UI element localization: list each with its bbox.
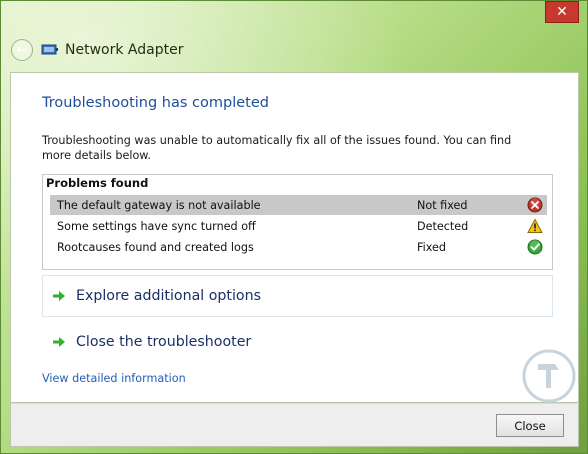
close-button[interactable]: Close: [496, 414, 564, 437]
back-arrow-icon: ←: [16, 42, 28, 58]
problem-status: Not fixed: [417, 198, 468, 212]
view-detailed-information-link[interactable]: View detailed information: [42, 372, 186, 385]
problem-name: The default gateway is not available: [57, 198, 261, 212]
problem-status: Fixed: [417, 240, 446, 254]
green-arrow-icon: [53, 337, 65, 347]
close-troubleshooter-label: Close the troubleshooter: [76, 334, 252, 350]
problems-header: Problems found: [46, 176, 149, 190]
problems-list: Problems found The default gateway is no…: [42, 174, 553, 270]
titlebar: ← Network Adapter: [11, 35, 571, 65]
main-panel: Troubleshooting has completed Troublesho…: [10, 72, 579, 403]
close-troubleshooter-link[interactable]: Close the troubleshooter: [42, 321, 553, 363]
error-icon: [527, 197, 543, 213]
check-icon: [527, 239, 543, 255]
window-frame: ✕ ← Network Adapter Troubleshooting has …: [0, 0, 588, 454]
warning-icon: [527, 218, 543, 233]
problem-name: Some settings have sync turned off: [57, 219, 256, 233]
explore-options-label: Explore additional options: [76, 288, 261, 304]
close-icon: ✕: [556, 4, 568, 20]
window-close-button[interactable]: ✕: [545, 1, 579, 23]
window-title: Network Adapter: [65, 42, 184, 58]
back-button[interactable]: ←: [11, 39, 33, 61]
page-title: Troubleshooting has completed: [42, 95, 269, 111]
problem-row-sync[interactable]: Some settings have sync turned off Detec…: [50, 216, 547, 236]
footer-bar: Close: [10, 403, 579, 447]
problem-status: Detected: [417, 219, 469, 233]
description-text: Troubleshooting was unable to automatica…: [42, 134, 512, 162]
problem-row-rootcauses[interactable]: Rootcauses found and created logs Fixed: [50, 237, 547, 257]
hammer-logo-icon: [522, 349, 576, 403]
network-adapter-icon: [41, 44, 58, 55]
problem-row-gateway[interactable]: The default gateway is not available Not…: [50, 195, 547, 215]
problem-name: Rootcauses found and created logs: [57, 240, 254, 254]
green-arrow-icon: [53, 291, 65, 301]
explore-options-link[interactable]: Explore additional options: [42, 275, 553, 317]
